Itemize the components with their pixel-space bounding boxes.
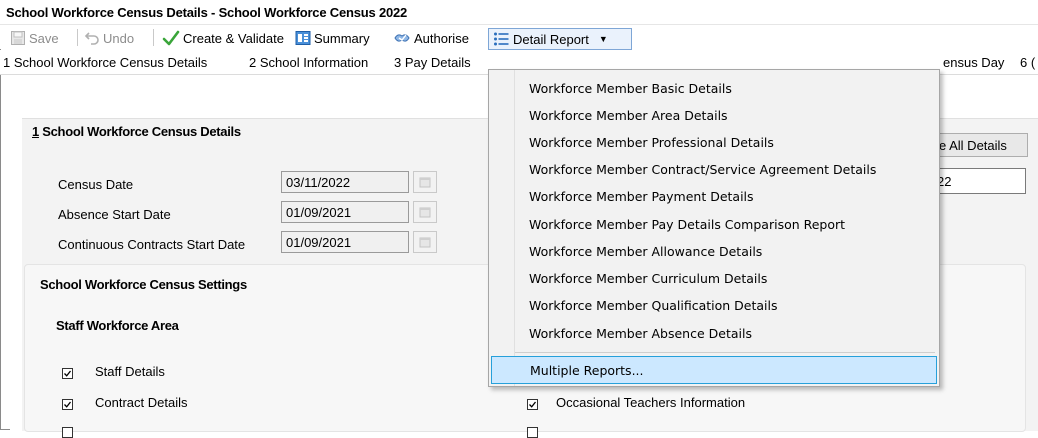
section-title: 1 School Workforce Census Details	[32, 124, 241, 139]
summary-button[interactable]: Summary	[295, 29, 370, 47]
summary-icon	[295, 31, 311, 45]
nav-item-census-day[interactable]: ensus Day	[943, 55, 1004, 70]
calendar-button[interactable]	[413, 231, 437, 253]
menu-item-contract-service-details[interactable]: Workforce Member Contract/Service Agreem…	[529, 162, 876, 177]
menu-item-basic-details[interactable]: Workforce Member Basic Details	[529, 81, 732, 96]
authorise-icon	[394, 34, 410, 42]
toolbar-separator	[77, 29, 78, 46]
chevron-down-icon: ▼	[598, 34, 608, 44]
create-validate-button[interactable]: Create & Validate	[162, 29, 284, 47]
census-date-label: Census Date	[58, 177, 134, 192]
detail-report-button[interactable]: Detail Report ▼	[488, 28, 632, 50]
menu-item-area-details[interactable]: Workforce Member Area Details	[529, 108, 728, 123]
calendar-icon	[419, 177, 431, 188]
census-year-field[interactable]: 22	[934, 168, 1026, 194]
toolbar-separator	[153, 29, 154, 46]
calendar-button[interactable]	[413, 201, 437, 223]
checkmark-icon	[162, 30, 180, 46]
window-title: School Workforce Census Details - School…	[6, 5, 408, 20]
menu-icon-column	[514, 70, 515, 386]
view-all-details-button[interactable]: e All Details	[934, 133, 1028, 157]
staff-workforce-area-title: Staff Workforce Area	[56, 318, 179, 333]
detail-report-menu: Workforce Member Basic Details Workforce…	[488, 69, 940, 387]
settings-title: School Workforce Census Settings	[40, 277, 247, 292]
menu-item-absence-details[interactable]: Workforce Member Absence Details	[529, 326, 752, 341]
staff-details-checkbox[interactable]	[62, 368, 73, 379]
partial-checkbox[interactable]	[527, 427, 538, 438]
nav-item-school-information[interactable]: 2 School Information	[249, 55, 368, 70]
menu-separator	[515, 352, 935, 353]
partial-checkbox[interactable]	[62, 427, 73, 438]
menu-item-curriculum-details[interactable]: Workforce Member Curriculum Details	[529, 271, 767, 286]
calendar-button[interactable]	[413, 171, 437, 193]
staff-details-label: Staff Details	[95, 364, 165, 379]
continuous-contracts-start-date-label: Continuous Contracts Start Date	[58, 237, 246, 252]
check-icon	[64, 401, 72, 408]
occasional-teachers-label: Occasional Teachers Information	[556, 395, 746, 410]
continuous-contracts-start-date-field[interactable]: 01/09/2021	[281, 231, 409, 253]
menu-item-pay-comparison-report[interactable]: Workforce Member Pay Details Comparison …	[529, 217, 845, 232]
title-bar: School Workforce Census Details - School…	[0, 0, 1038, 25]
absence-start-date-field[interactable]: 01/09/2021	[281, 201, 409, 223]
menu-item-payment-details[interactable]: Workforce Member Payment Details	[529, 189, 754, 204]
check-icon	[64, 370, 72, 377]
menu-item-allowance-details[interactable]: Workforce Member Allowance Details	[529, 244, 762, 259]
nav-item-6[interactable]: 6 (	[1020, 55, 1035, 70]
calendar-icon	[419, 237, 431, 248]
undo-icon	[84, 32, 99, 45]
absence-start-date-label: Absence Start Date	[58, 207, 171, 222]
occasional-teachers-checkbox[interactable]	[527, 399, 538, 410]
authorise-button[interactable]: Authorise	[393, 29, 469, 47]
census-date-field[interactable]: 03/11/2022	[281, 171, 409, 193]
contract-details-label: Contract Details	[95, 395, 188, 410]
menu-item-qualification-details[interactable]: Workforce Member Qualification Details	[529, 298, 778, 313]
contract-details-checkbox[interactable]	[62, 399, 73, 410]
save-icon	[11, 31, 25, 45]
save-button[interactable]: Save	[10, 29, 59, 47]
menu-item-professional-details[interactable]: Workforce Member Professional Details	[529, 135, 774, 150]
check-icon	[529, 401, 537, 408]
nav-item-census-details[interactable]: 1 School Workforce Census Details	[3, 55, 207, 70]
menu-item-multiple-reports[interactable]: Multiple Reports...	[491, 356, 937, 384]
undo-button[interactable]: Undo	[84, 29, 134, 47]
calendar-icon	[419, 207, 431, 218]
list-icon	[494, 32, 509, 46]
nav-item-pay-details[interactable]: 3 Pay Details	[394, 55, 471, 70]
